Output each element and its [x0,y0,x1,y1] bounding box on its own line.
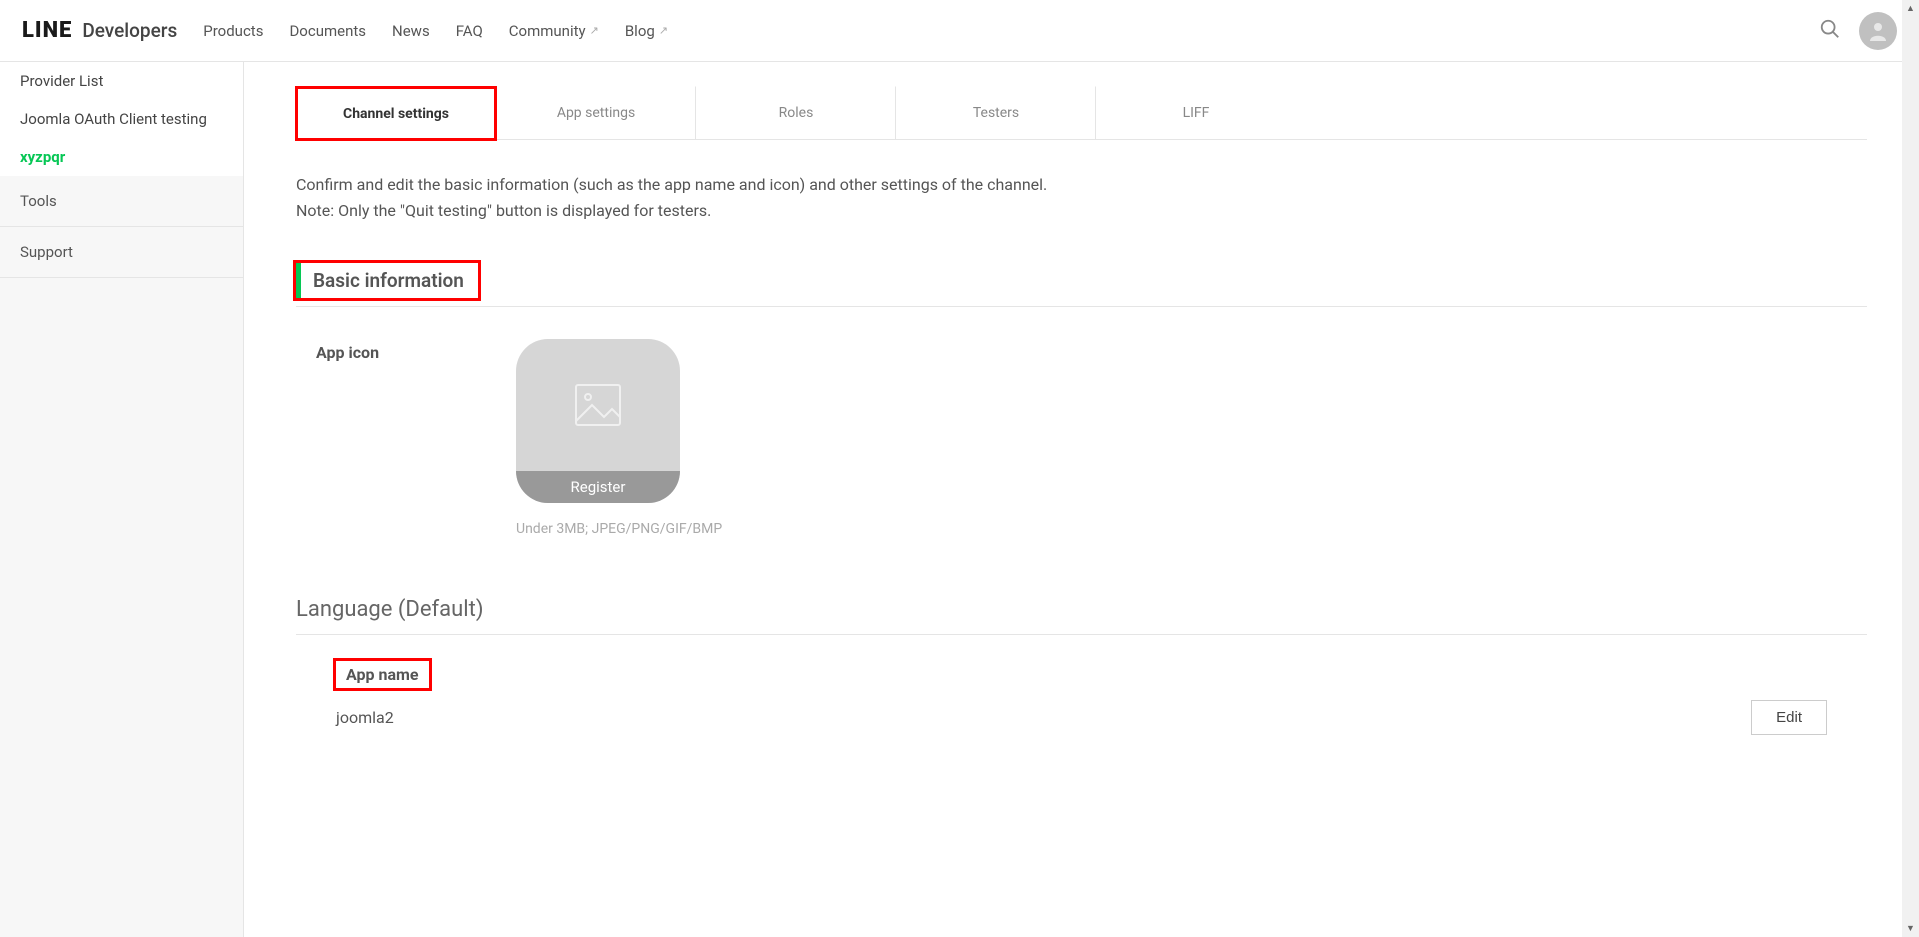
main-layout: Provider List Joomla OAuth Client testin… [0,62,1919,937]
register-label: Register [571,478,626,496]
sidebar-item-active-provider[interactable]: xyzpqr [0,138,243,176]
logo-developers: Developers [82,19,177,42]
top-nav: Products Documents News FAQ Community ↗ … [203,22,668,40]
sidebar-label: xyzpqr [20,148,65,166]
nav-faq[interactable]: FAQ [456,22,483,40]
tab-label: Testers [973,105,1019,121]
tab-label: Roles [779,105,814,121]
sidebar-bottom: Tools Support [0,176,243,937]
tab-liff[interactable]: LIFF [1096,86,1296,139]
app-icon-content: Register Under 3MB; JPEG/PNG/GIF/BMP [516,339,722,537]
avatar[interactable] [1859,12,1897,50]
sidebar-label: Support [20,243,73,261]
basic-info-section: Basic information App icon Register [296,263,1867,537]
tab-testers[interactable]: Testers [896,86,1096,139]
nav-blog[interactable]: Blog ↗ [625,22,668,40]
channel-description: Confirm and edit the basic information (… [296,172,1867,223]
nav-news-label: News [392,22,430,40]
icon-hint: Under 3MB; JPEG/PNG/GIF/BMP [516,521,722,537]
scroll-up-icon[interactable]: ▲ [1902,0,1919,17]
tab-app-settings[interactable]: App settings [496,86,696,139]
app-name-label: App name [336,661,429,688]
nav-news[interactable]: News [392,22,430,40]
section-divider [296,306,1867,307]
app-icon-row: App icon Register Under 3MB; JPEG/PNG/GI [296,331,1867,537]
nav-blog-label: Blog [625,22,655,40]
app-name-value: joomla2 [336,708,394,727]
sidebar-item-tools[interactable]: Tools [0,176,243,227]
vertical-scrollbar[interactable]: ▲ ▼ [1902,0,1919,937]
tab-roles[interactable]: Roles [696,86,896,139]
top-header: LINE Developers Products Documents News … [0,0,1919,62]
desc-line2: Note: Only the "Quit testing" button is … [296,198,1867,224]
field-label-text: App icon [316,343,379,362]
section-title-label: Basic information [313,269,464,292]
register-button[interactable]: Register [516,471,680,503]
scroll-down-icon[interactable]: ▼ [1902,920,1919,937]
sidebar-item-provider-list[interactable]: Provider List [0,62,243,100]
edit-button[interactable]: Edit [1751,700,1827,735]
search-icon[interactable] [1819,18,1841,44]
app-name-value-row: joomla2 Edit [336,700,1827,735]
sidebar-top: Provider List Joomla OAuth Client testin… [0,62,243,176]
main-content: Channel settings App settings Roles Test… [244,62,1919,937]
tab-label: Channel settings [343,106,449,122]
sidebar-item-support[interactable]: Support [0,227,243,278]
tab-channel-settings[interactable]: Channel settings [296,87,496,140]
nav-documents[interactable]: Documents [289,22,366,40]
sidebar: Provider List Joomla OAuth Client testin… [0,62,244,937]
nav-documents-label: Documents [289,22,366,40]
app-name-row: App name joomla2 Edit [296,661,1867,735]
app-icon-uploader[interactable]: Register [516,339,680,503]
app-name-label-text: App name [346,665,419,684]
basic-info-title: Basic information [296,263,478,298]
header-right [1819,12,1897,50]
external-link-icon: ↗ [590,24,599,37]
sidebar-item-joomla-testing[interactable]: Joomla OAuth Client testing [0,100,243,138]
nav-community-label: Community [509,22,586,40]
sidebar-label: Provider List [20,72,103,90]
logo-line: LINE [22,18,72,43]
tab-label: App settings [557,105,635,121]
logo[interactable]: LINE Developers [22,18,177,43]
sidebar-label: Tools [20,192,57,210]
language-section: Language (Default) App name joomla2 Edit [296,597,1867,735]
nav-products[interactable]: Products [203,22,263,40]
nav-products-label: Products [203,22,263,40]
external-link-icon: ↗ [659,24,668,37]
image-placeholder-icon [574,339,622,471]
nav-faq-label: FAQ [456,22,483,40]
desc-line1: Confirm and edit the basic information (… [296,172,1867,198]
app-name-label-wrap: App name [336,661,1827,688]
nav-community[interactable]: Community ↗ [509,22,599,40]
app-icon-label: App icon [316,339,516,537]
sidebar-label: Joomla OAuth Client testing [20,110,207,128]
header-left: LINE Developers Products Documents News … [22,18,668,43]
language-title: Language (Default) [296,597,1867,635]
tabs: Channel settings App settings Roles Test… [296,86,1867,140]
tab-label: LIFF [1183,105,1210,121]
